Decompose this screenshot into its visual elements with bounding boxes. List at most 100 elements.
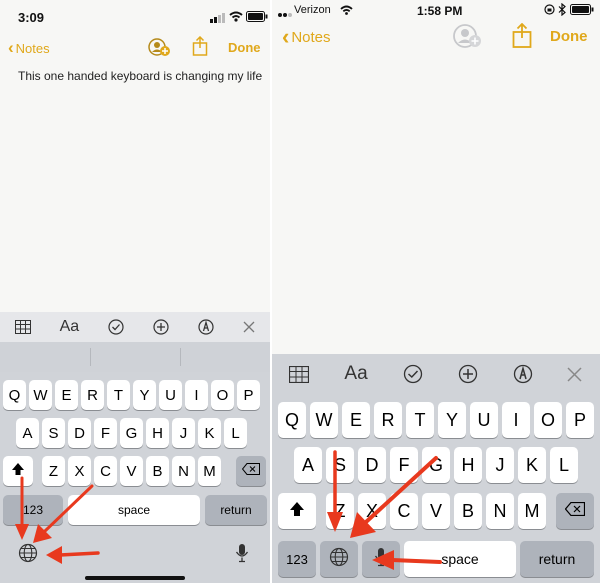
key[interactable]: Q: [3, 380, 26, 410]
key[interactable]: S: [326, 447, 354, 483]
key[interactable]: J: [486, 447, 514, 483]
globe-icon[interactable]: [17, 542, 39, 564]
key[interactable]: R: [374, 402, 402, 438]
bluetooth-icon: [558, 2, 566, 19]
table-icon[interactable]: [14, 320, 31, 334]
done-button[interactable]: Done: [228, 40, 261, 55]
chevron-left-icon: ‹: [282, 24, 290, 49]
done-button[interactable]: Done: [550, 28, 588, 45]
key[interactable]: X: [358, 493, 386, 529]
key[interactable]: M: [198, 456, 221, 486]
numbers-key[interactable]: 123: [278, 541, 316, 577]
keyboard: Q W E R T Y U I O P A S D F G H J K L Z: [0, 342, 270, 583]
key[interactable]: W: [310, 402, 338, 438]
microphone-icon[interactable]: [232, 542, 252, 564]
key[interactable]: Q: [278, 402, 306, 438]
key[interactable]: Z: [326, 493, 354, 529]
key[interactable]: M: [518, 493, 546, 529]
key[interactable]: K: [518, 447, 546, 483]
markup-pen-icon[interactable]: [198, 319, 214, 335]
key[interactable]: I: [502, 402, 530, 438]
key[interactable]: P: [566, 402, 594, 438]
add-icon[interactable]: [153, 319, 169, 335]
key[interactable]: S: [42, 418, 65, 448]
status-time: 3:09: [18, 10, 45, 25]
key[interactable]: B: [454, 493, 482, 529]
key[interactable]: G: [120, 418, 143, 448]
notes-toolbar: Aa: [0, 312, 270, 342]
shift-key[interactable]: [3, 456, 33, 486]
key[interactable]: X: [68, 456, 91, 486]
share-icon[interactable]: [512, 22, 532, 53]
key[interactable]: D: [68, 418, 91, 448]
close-icon[interactable]: [243, 321, 255, 333]
key[interactable]: B: [146, 456, 169, 486]
add-people-icon[interactable]: [452, 22, 482, 55]
key[interactable]: N: [486, 493, 514, 529]
table-icon[interactable]: [289, 365, 310, 383]
format-text-button[interactable]: Aa: [344, 363, 367, 385]
key[interactable]: V: [120, 456, 143, 486]
wifi-icon: [229, 10, 243, 25]
microphone-icon: [374, 547, 388, 572]
key[interactable]: F: [94, 418, 117, 448]
key[interactable]: G: [422, 447, 450, 483]
key[interactable]: V: [422, 493, 450, 529]
key[interactable]: L: [550, 447, 578, 483]
space-key[interactable]: space: [404, 541, 516, 577]
key[interactable]: W: [29, 380, 52, 410]
checklist-icon[interactable]: [403, 364, 423, 384]
key[interactable]: K: [198, 418, 221, 448]
key[interactable]: D: [358, 447, 386, 483]
key[interactable]: P: [237, 380, 260, 410]
key[interactable]: F: [390, 447, 418, 483]
note-body[interactable]: This one handed keyboard is changing my …: [18, 68, 263, 85]
key[interactable]: O: [534, 402, 562, 438]
share-icon[interactable]: [192, 35, 208, 61]
key[interactable]: Y: [438, 402, 466, 438]
numbers-key[interactable]: 123: [3, 495, 63, 525]
key[interactable]: C: [94, 456, 117, 486]
backspace-key[interactable]: [556, 493, 594, 529]
add-icon[interactable]: [458, 364, 478, 384]
format-text-button[interactable]: Aa: [60, 318, 80, 336]
key[interactable]: N: [172, 456, 195, 486]
key[interactable]: U: [159, 380, 182, 410]
key[interactable]: J: [172, 418, 195, 448]
add-people-icon[interactable]: [148, 37, 170, 62]
key[interactable]: E: [55, 380, 78, 410]
key[interactable]: U: [470, 402, 498, 438]
key[interactable]: I: [185, 380, 208, 410]
back-button[interactable]: ‹ Notes: [8, 38, 50, 58]
key[interactable]: H: [146, 418, 169, 448]
rotation-lock-icon: [544, 4, 555, 18]
microphone-key[interactable]: [362, 541, 400, 577]
delete-icon: [241, 462, 260, 480]
key[interactable]: T: [107, 380, 130, 410]
shift-arrow-icon: [11, 462, 25, 481]
key[interactable]: R: [81, 380, 104, 410]
back-label: Notes: [15, 40, 50, 56]
space-key[interactable]: space: [68, 495, 200, 525]
close-icon[interactable]: [567, 366, 583, 382]
left-screenshot: 3:09 ‹ Notes Done This one handed keyboa…: [0, 0, 270, 583]
key[interactable]: A: [16, 418, 39, 448]
globe-key[interactable]: [320, 541, 358, 577]
key[interactable]: E: [342, 402, 370, 438]
key[interactable]: Z: [42, 456, 65, 486]
key[interactable]: A: [294, 447, 322, 483]
key[interactable]: T: [406, 402, 434, 438]
back-button[interactable]: ‹ Notes: [282, 24, 331, 50]
shift-key[interactable]: [278, 493, 316, 529]
key[interactable]: Y: [133, 380, 156, 410]
markup-pen-icon[interactable]: [513, 364, 533, 384]
key[interactable]: L: [224, 418, 247, 448]
backspace-key[interactable]: [236, 456, 266, 486]
return-key[interactable]: return: [205, 495, 267, 525]
key[interactable]: C: [390, 493, 418, 529]
return-key[interactable]: return: [520, 541, 594, 577]
status-time: 1:58 PM: [417, 4, 463, 18]
checklist-icon[interactable]: [108, 319, 124, 335]
key[interactable]: O: [211, 380, 234, 410]
key[interactable]: H: [454, 447, 482, 483]
